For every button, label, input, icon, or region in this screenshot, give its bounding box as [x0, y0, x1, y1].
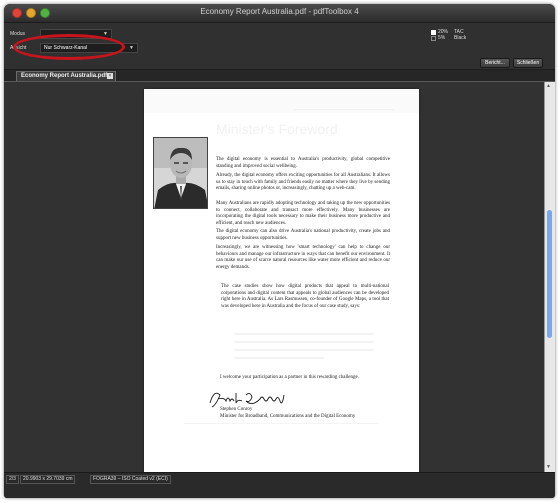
black-label: Black [454, 35, 467, 41]
black-checkbox[interactable] [431, 36, 436, 41]
portrait-image [154, 138, 207, 208]
page-size: 20.9903 x 29.7039 cm [20, 475, 76, 484]
document-viewport[interactable]: Minister's Foreword The digital economy [4, 82, 544, 476]
paragraph-3: Many Australians are rapidly adopting te… [216, 201, 390, 226]
footer-rule [184, 423, 379, 424]
header-rule [294, 109, 394, 110]
color-profile: FOGRA39 – ISO Coated v2 (ECI) [90, 475, 171, 484]
window-title: Economy Report Australia.pdf - pdfToolbo… [200, 7, 359, 16]
tac-checkbox[interactable] [431, 30, 436, 35]
signature-name: Stephen Conroy [220, 407, 253, 412]
close-button[interactable]: Schließen [513, 58, 543, 68]
pdf-page: Minister's Foreword The digital economy [144, 89, 419, 476]
black-percent: 5% [438, 35, 446, 41]
closing-line: I welcome your participation as a partne… [220, 375, 359, 380]
signature-title: Minister for Broadband, Communications a… [220, 414, 356, 419]
quote-line [234, 341, 374, 343]
paragraph-4: The digital economy can also drive Austr… [216, 229, 390, 241]
title-bar[interactable]: Economy Report Australia.pdf - pdfToolbo… [4, 4, 555, 23]
tab-economy-report[interactable]: Economy Report Australia.pdf × [16, 71, 116, 81]
case-study-paragraph: The case studies show how digital produc… [221, 284, 389, 309]
document-tabs: Economy Report Australia.pdf × [4, 70, 555, 82]
highlight-annotation [13, 34, 125, 60]
quote-line [234, 357, 324, 359]
chevron-down-icon: ▼ [129, 45, 134, 51]
scroll-thumb[interactable] [547, 210, 552, 338]
quote-line [234, 333, 374, 335]
scroll-down-icon[interactable]: ▼ [546, 464, 551, 470]
quote-line [234, 349, 374, 351]
paragraph-1: The digital economy is essential to Aust… [216, 157, 390, 169]
modus-label: Modus [10, 31, 26, 37]
app-window: Economy Report Australia.pdf - pdfToolbo… [4, 4, 555, 498]
portrait-photo [153, 137, 208, 209]
vertical-scrollbar[interactable]: ▲ ▼ [544, 82, 555, 472]
tab-label: Economy Report Australia.pdf [21, 73, 108, 79]
scroll-up-icon[interactable]: ▲ [546, 83, 551, 89]
paragraph-2: Already, the digital economy offers exci… [216, 173, 390, 191]
close-icon[interactable]: × [107, 73, 113, 79]
report-button[interactable]: Bericht... [480, 58, 510, 68]
toolbar: Modus ▼ Ansicht Nur Schwarz-Kanal ▼ 20% … [4, 23, 555, 70]
page-heading: Minister's Foreword [216, 121, 338, 137]
paragraph-5: Increasingly, we are witnessing how 'sma… [216, 245, 390, 270]
status-bar: 2/3 20.9903 x 29.7039 cm FOGRA39 – ISO C… [4, 472, 555, 498]
page-indicator[interactable]: 2/3 [6, 475, 19, 484]
